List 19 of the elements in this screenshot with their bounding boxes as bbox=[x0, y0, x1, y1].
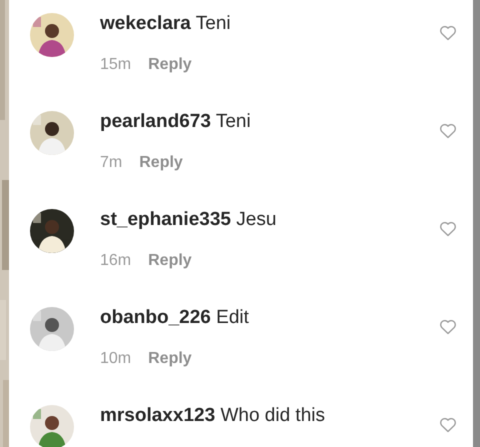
comment-text: Edit bbox=[216, 307, 249, 328]
comment-text: Who did this bbox=[220, 405, 325, 426]
comment-text: Teni bbox=[216, 111, 251, 132]
timestamp: 10m bbox=[100, 349, 132, 369]
timestamp: 15m bbox=[100, 55, 132, 75]
comment-text: Teni bbox=[196, 13, 231, 34]
timestamp: 16m bbox=[100, 251, 132, 271]
heart-icon[interactable] bbox=[439, 123, 457, 139]
username[interactable]: obanbo_226 bbox=[100, 307, 211, 328]
heart-icon[interactable] bbox=[439, 417, 457, 433]
username[interactable]: mrsolaxx123 bbox=[100, 405, 216, 426]
heart-icon[interactable] bbox=[439, 221, 457, 237]
heart-icon[interactable] bbox=[439, 25, 457, 41]
username[interactable]: wekeclara bbox=[100, 13, 191, 34]
comment-text: Jesu bbox=[236, 209, 276, 230]
username[interactable]: st_ephanie335 bbox=[100, 209, 231, 230]
timestamp: 7m bbox=[100, 153, 122, 173]
heart-icon[interactable] bbox=[439, 319, 457, 335]
username[interactable]: pearland673 bbox=[100, 111, 211, 132]
